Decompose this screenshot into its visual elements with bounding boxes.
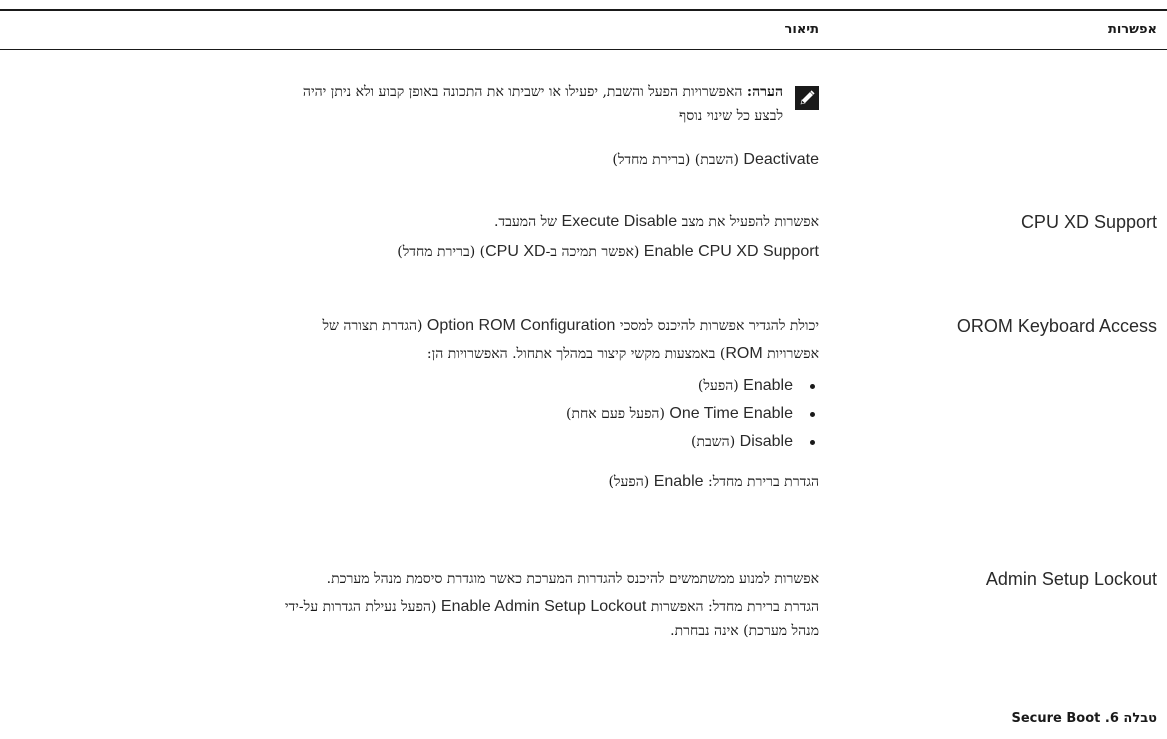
desc-text: של המעבד.: [493, 214, 558, 230]
desc-text: (הגדרת תצורה של: [322, 318, 423, 334]
caption-title: Secure Boot: [1011, 711, 1101, 726]
note-pencil-icon: [795, 86, 819, 110]
note-line-2: לבצע כל שינוי נוסף: [678, 108, 783, 124]
bullet-icon: [810, 440, 815, 445]
document-page: אפשרות תיאור הערה: האפשרויות הפעל והשבת,…: [0, 0, 1167, 739]
table-caption: טבלה 6. Secure Boot: [1011, 711, 1157, 726]
column-header-description: תיאור: [784, 22, 819, 37]
table-top-rule: [0, 9, 1167, 11]
bullet-rtl: (הפעל): [697, 378, 739, 394]
note-label: הערה:: [746, 84, 783, 100]
list-item: One Time Enable (הפעל פעם אחת): [0, 400, 819, 428]
desc-text: ) (ברירת מחדל): [397, 244, 486, 260]
bullet-rtl: (הפעל פעם אחת): [566, 406, 665, 422]
desc-ltr-term: Execute Disable: [561, 213, 678, 230]
option-admin-setup-lockout: Admin Setup Lockout: [985, 569, 1157, 589]
desc-ltr-term: Enable: [653, 473, 704, 490]
desc-text: אפשרות למנוע ממשתמשים להיכנס להגדרות המע…: [326, 571, 819, 587]
desc-text: (אפשר תמיכה ב-: [545, 244, 640, 260]
option-orom-keyboard-access: OROM Keyboard Access: [956, 316, 1157, 336]
bullet-ltr: One Time Enable: [669, 405, 793, 422]
desc-text: (הפעל נעילת הגדרות על-ידי: [284, 599, 437, 615]
desc-ltr-term: CPU XD: [485, 243, 546, 260]
desc-ltr-term: Option ROM Configuration: [426, 317, 616, 334]
note-line-1: האפשרויות הפעל והשבת, יפעילו או ישביתו א…: [302, 84, 743, 100]
desc-text: ) באמצעות מקשי קיצור במהלך אתחול. האפשרו…: [426, 346, 726, 362]
desc-text: הגדרת ברירת מחדל:: [707, 474, 819, 490]
bullet-ltr: Disable: [739, 433, 793, 450]
table-header-row: אפשרות תיאור: [0, 22, 1167, 42]
options-bullet-list: Enable (הפעל) One Time Enable (הפעל פעם …: [0, 372, 819, 456]
note-text: הערה: האפשרויות הפעל והשבת, יפעילו או יש…: [3, 80, 783, 128]
desc-text: אפשרויות: [767, 346, 819, 362]
desc-ltr-term: Enable CPU XD Support: [643, 243, 819, 260]
list-item: Enable (הפעל): [0, 372, 819, 400]
deactivate-default-text: Deactivate (השבת) (ברירת מחדל): [0, 148, 819, 172]
bullet-ltr: Enable: [743, 377, 793, 394]
option-cpu-xd-support: CPU XD Support: [1020, 212, 1157, 232]
desc-text: יכולת להגדיר אפשרות להיכנס למסכי: [619, 318, 819, 334]
table-header-rule: [0, 49, 1167, 50]
deactivate-rtl: (השבת) (ברירת מחדל): [612, 152, 739, 168]
desc-text: הגדרת ברירת מחדל: האפשרות: [650, 599, 819, 615]
deactivate-ltr: Deactivate: [743, 151, 819, 168]
desc-ltr-term: ROM: [725, 345, 763, 362]
desc-text: (הפעל): [608, 474, 650, 490]
list-item: Disable (השבת): [0, 428, 819, 456]
bullet-rtl: (השבת): [691, 434, 736, 450]
desc-ltr-term: Enable Admin Setup Lockout: [440, 598, 647, 615]
column-header-option: אפשרות: [1107, 22, 1157, 37]
caption-prefix: טבלה 6.: [1104, 711, 1157, 726]
bullet-icon: [810, 412, 815, 417]
desc-text: מנהל מערכת) אינה נבחרת.: [670, 623, 819, 639]
desc-text: אפשרות להפעיל את מצב: [681, 214, 819, 230]
description-cpu-xd-support: אפשרות להפעיל את מצב Execute Disable של …: [0, 210, 819, 264]
description-admin-setup-lockout: אפשרות למנוע ממשתמשים להיכנס להגדרות המע…: [0, 567, 819, 643]
bullet-icon: [810, 384, 815, 389]
description-orom-keyboard-access: יכולת להגדיר אפשרות להיכנס למסכי Option …: [0, 314, 819, 494]
